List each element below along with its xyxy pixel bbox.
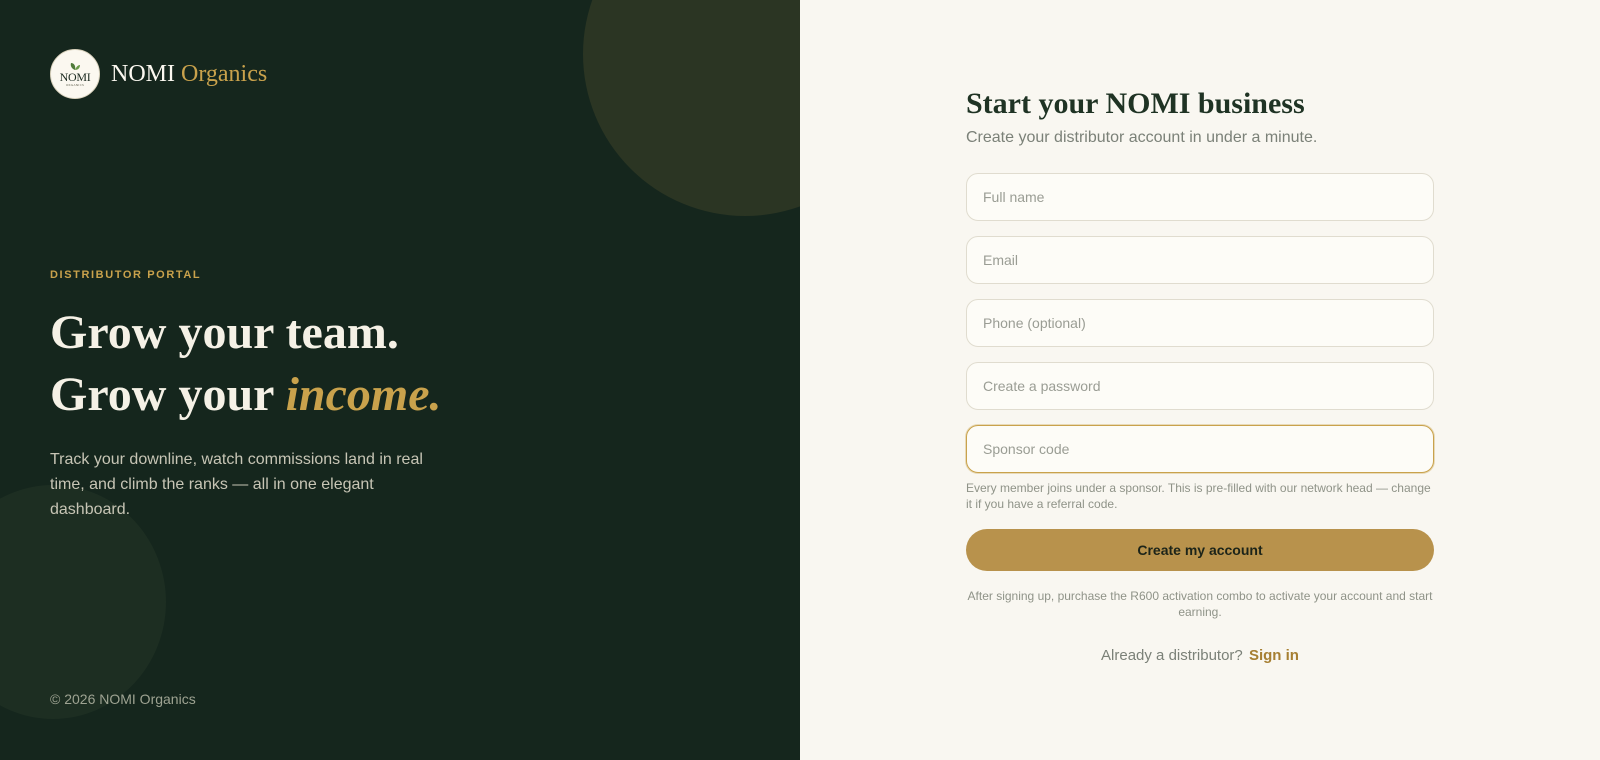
portal-eyebrow: DISTRIBUTOR PORTAL	[50, 269, 202, 281]
signup-panel: Start your NOMI business Create your dis…	[800, 0, 1600, 760]
brand-logo: NOMI ORGANICS	[50, 49, 100, 99]
signin-row: Already a distributor? Sign in	[966, 647, 1434, 664]
copyright-text: © 2026 NOMI Organics	[50, 691, 196, 707]
hero-headline: Grow your team. Grow your income.	[50, 302, 442, 426]
activation-note: After signing up, purchase the R600 acti…	[967, 589, 1433, 619]
signup-form: Start your NOMI business Create your dis…	[966, 86, 1434, 664]
create-account-button[interactable]: Create my account	[966, 529, 1434, 571]
decorative-circle-top	[583, 0, 800, 216]
brand-header: NOMI ORGANICS NOMI Organics	[50, 49, 267, 99]
signin-prompt: Already a distributor?	[1101, 647, 1243, 664]
logo-subtext: ORGANICS	[65, 82, 85, 87]
sponsor-hint: Every member joins under a sponsor. This…	[966, 481, 1431, 511]
form-title: Start your NOMI business	[966, 87, 1305, 120]
phone-input[interactable]	[966, 299, 1434, 347]
password-input[interactable]	[966, 362, 1434, 410]
headline-line-2-start: Grow your	[50, 368, 286, 421]
brand-name-primary: NOMI	[111, 60, 175, 87]
brand-name-accent: Organics	[181, 60, 268, 87]
full-name-input[interactable]	[966, 173, 1434, 221]
email-input[interactable]	[966, 236, 1434, 284]
signin-link[interactable]: Sign in	[1249, 647, 1299, 664]
headline-line-1: Grow your team.	[50, 306, 399, 359]
hero-description: Track your downline, watch commissions l…	[50, 451, 423, 518]
form-subtitle: Create your distributor account in under…	[966, 129, 1318, 146]
headline-emphasis: income.	[285, 368, 442, 421]
brand-name: NOMI Organics	[111, 61, 267, 88]
form-fields: Every member joins under a sponsor. This…	[966, 173, 1434, 512]
brand-panel: NOMI ORGANICS NOMI Organics DISTRIBUTOR …	[0, 0, 800, 760]
sponsor-code-input[interactable]	[966, 425, 1434, 473]
logo-wordmark: NOMI	[59, 69, 91, 84]
